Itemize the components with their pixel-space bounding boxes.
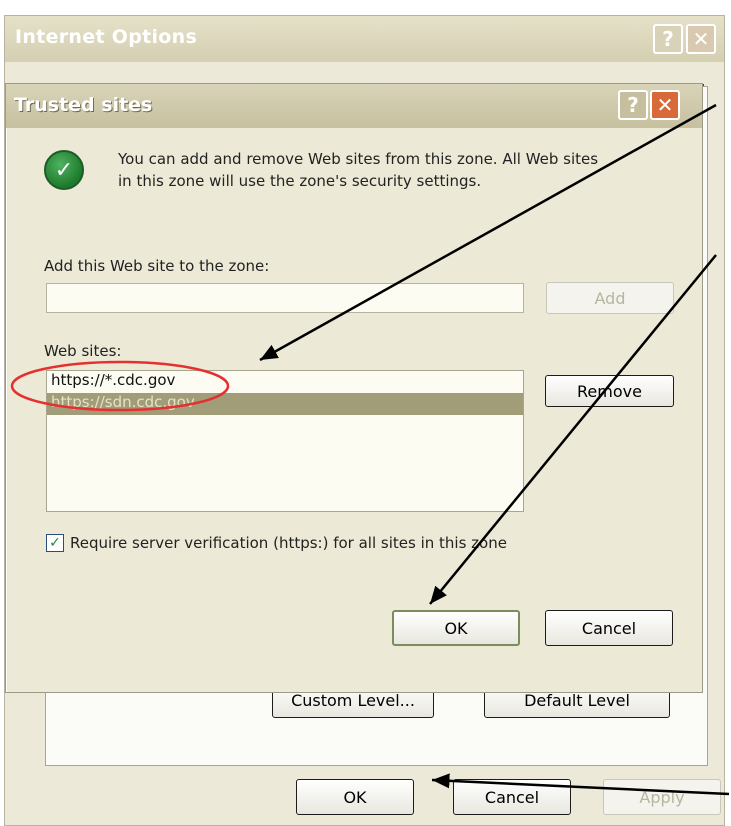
add-site-label: Add this Web site to the zone: bbox=[44, 257, 270, 275]
help-icon[interactable]: ? bbox=[653, 24, 683, 54]
help-icon[interactable]: ? bbox=[618, 90, 648, 120]
require-verification-checkbox[interactable]: ✓ bbox=[46, 534, 64, 552]
website-url: https://sdn.cdc.gov bbox=[51, 393, 195, 411]
dialog-title: Trusted sites bbox=[14, 94, 153, 116]
trusted-sites-dialog: Trusted sites ? ✕ ✓ You can add and remo… bbox=[5, 83, 703, 693]
dialog-cancel-button[interactable]: Cancel bbox=[545, 610, 673, 646]
options-apply-button[interactable]: Apply bbox=[603, 779, 721, 815]
options-apply-label: Apply bbox=[639, 787, 685, 807]
options-ok-label: OK bbox=[343, 787, 367, 807]
add-button[interactable]: Add bbox=[546, 282, 674, 314]
internet-options-window: Internet Options ? ✕ Custom Level... Def… bbox=[4, 15, 725, 826]
options-cancel-button[interactable]: Cancel bbox=[453, 779, 571, 815]
zone-info-text: You can add and remove Web sites from th… bbox=[118, 148, 688, 192]
websites-label: Web sites: bbox=[44, 342, 122, 360]
close-icon[interactable]: ✕ bbox=[686, 24, 716, 54]
window-title: Internet Options bbox=[15, 26, 198, 48]
default-level-label: Default Level bbox=[524, 690, 630, 710]
list-item[interactable]: https://sdn.cdc.gov bbox=[47, 393, 523, 415]
website-url: https://*.cdc.gov bbox=[51, 371, 176, 389]
trusted-sites-titlebar: Trusted sites ? ✕ bbox=[6, 84, 702, 128]
add-button-label: Add bbox=[594, 288, 626, 308]
require-verification-label: Require server verification (https:) for… bbox=[70, 534, 507, 552]
options-cancel-label: Cancel bbox=[484, 787, 540, 807]
site-url-input[interactable] bbox=[46, 283, 524, 313]
zone-info-line-2: in this zone will use the zone's securit… bbox=[118, 172, 482, 190]
custom-level-label: Custom Level... bbox=[291, 690, 415, 710]
dialog-cancel-label: Cancel bbox=[581, 618, 637, 638]
remove-button[interactable]: Remove bbox=[545, 375, 674, 407]
close-icon[interactable]: ✕ bbox=[650, 90, 680, 120]
list-item[interactable]: https://*.cdc.gov bbox=[47, 371, 523, 393]
dialog-ok-button[interactable]: OK bbox=[392, 610, 520, 646]
remove-button-label: Remove bbox=[577, 381, 642, 401]
websites-list[interactable]: https://*.cdc.gov https://sdn.cdc.gov bbox=[46, 370, 524, 512]
dialog-ok-label: OK bbox=[444, 618, 468, 638]
checkmark-icon: ✓ bbox=[44, 150, 84, 190]
options-ok-button[interactable]: OK bbox=[296, 779, 414, 815]
internet-options-titlebar: Internet Options ? ✕ bbox=[5, 16, 724, 62]
zone-info-line-1: You can add and remove Web sites from th… bbox=[118, 150, 599, 168]
